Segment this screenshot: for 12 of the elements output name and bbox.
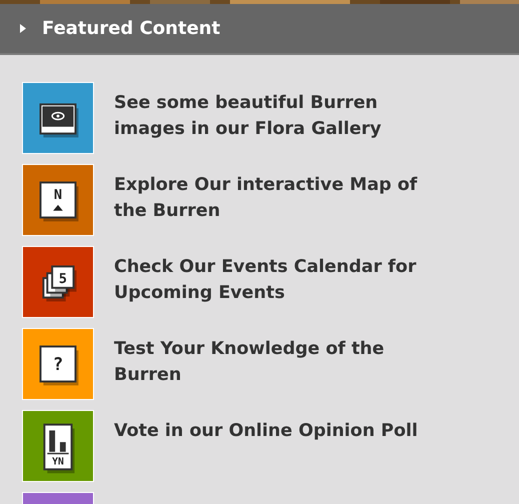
caret-icon [20,24,26,33]
feature-link[interactable]: Check Our Events Calendar for Upcoming Events [114,246,416,306]
link-tile[interactable]: ? [22,328,94,400]
section-title: Featured Content [42,17,220,41]
link-tile[interactable] [22,82,94,154]
feature-link[interactable]: Explore Our interactive Map of the Burren [114,164,418,224]
link-tile[interactable]: 5 [22,246,94,318]
feature-link[interactable]: See some beautiful Burren images in our Flora Gallery [114,82,382,142]
feature-link[interactable]: Test Your Knowledge of the Burren [114,328,384,388]
link-tile[interactable]: N [22,164,94,236]
link-tile[interactable]: YN [22,410,94,482]
feature-link[interactable]: Vote in our Online Opinion Poll [114,410,418,444]
